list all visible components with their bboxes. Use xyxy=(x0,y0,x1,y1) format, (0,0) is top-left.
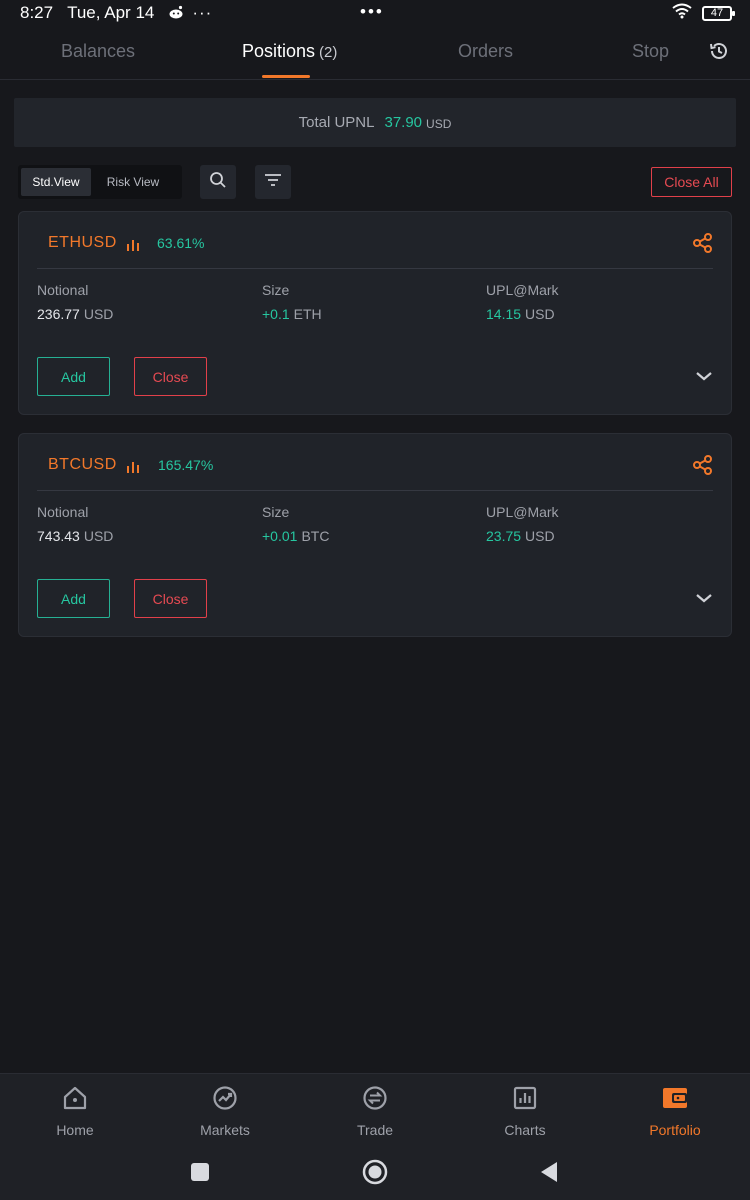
card-divider xyxy=(37,490,713,491)
nav-portfolio[interactable]: Portfolio xyxy=(625,1084,725,1138)
nav-trade-label: Trade xyxy=(356,1122,394,1138)
history-icon[interactable] xyxy=(708,40,730,62)
size-amount: +0.01 xyxy=(262,528,298,544)
position-roe-pct: 63.61% xyxy=(157,235,205,251)
upl-amount: 14.15 xyxy=(486,306,522,322)
trade-icon xyxy=(361,1084,389,1112)
chart-bars-icon[interactable] xyxy=(127,460,139,473)
nav-charts[interactable]: Charts xyxy=(475,1084,575,1138)
size-value: +0.01 BTC xyxy=(262,528,329,544)
upl-unit: USD xyxy=(525,306,555,322)
size-label: Size xyxy=(262,504,290,520)
tab-balances[interactable]: Balances xyxy=(61,41,135,62)
status-date: Tue, Apr 14 xyxy=(67,3,155,22)
bottom-navigation: Home Markets Trade Charts Portfolio xyxy=(0,1073,750,1153)
upnl-label: Total UPNL xyxy=(298,114,375,131)
position-card-btcusd: BTCUSD 165.47% Notional 743.43 USD Size +… xyxy=(18,433,732,637)
total-upnl-banner: Total UPNL 37.90 USD xyxy=(14,98,736,147)
size-value: +0.1 ETH xyxy=(262,306,322,322)
tab-positions[interactable]: Positions (2) xyxy=(242,41,337,62)
std-view-button[interactable]: Std.View xyxy=(21,168,91,196)
status-time: 8:27 xyxy=(20,3,54,22)
portfolio-tabs: Balances Positions (2) Orders Stop xyxy=(0,26,750,80)
reddit-notification-icon xyxy=(168,5,184,22)
notional-value: 236.77 USD xyxy=(37,306,113,322)
notional-unit: USD xyxy=(83,306,114,322)
back-icon[interactable] xyxy=(539,1161,559,1188)
position-symbol[interactable]: BTCUSD xyxy=(48,456,117,474)
position-symbol[interactable]: ETHUSD xyxy=(48,234,117,252)
status-bar: 8:27 Tue, Apr 14 ··· ••• 47 xyxy=(0,0,750,26)
add-button[interactable]: Add xyxy=(37,357,110,396)
home-button-icon[interactable] xyxy=(362,1159,388,1190)
battery-level: 47 xyxy=(710,7,724,19)
recents-icon[interactable] xyxy=(190,1162,210,1187)
size-amount: +0.1 xyxy=(262,306,290,322)
system-navigation-bar xyxy=(0,1153,750,1200)
nav-markets[interactable]: Markets xyxy=(175,1084,275,1138)
add-button[interactable]: Add xyxy=(37,579,110,618)
nav-portfolio-label: Portfolio xyxy=(649,1122,701,1138)
upl-unit: USD xyxy=(525,528,555,544)
close-all-button[interactable]: Close All xyxy=(651,167,732,197)
filter-icon xyxy=(264,173,282,192)
chart-bars-icon[interactable] xyxy=(127,238,139,251)
card-divider xyxy=(37,268,713,269)
tab-positions-count: (2) xyxy=(319,44,338,61)
status-more-icon: ··· xyxy=(192,3,213,22)
share-icon[interactable] xyxy=(692,232,714,254)
notional-label: Notional xyxy=(37,504,89,520)
search-icon xyxy=(209,171,227,194)
filter-button[interactable] xyxy=(255,165,291,199)
tab-positions-label: Positions xyxy=(242,41,316,61)
share-icon[interactable] xyxy=(692,454,714,476)
chevron-down-icon[interactable] xyxy=(695,369,713,383)
upl-label: UPL@Mark xyxy=(486,282,559,298)
upnl-value: 37.90 xyxy=(384,114,423,131)
notional-label: Notional xyxy=(37,282,89,298)
nav-markets-label: Markets xyxy=(200,1122,250,1138)
notional-unit: USD xyxy=(83,528,114,544)
home-icon xyxy=(61,1084,89,1112)
wallet-icon xyxy=(661,1084,689,1112)
upl-value: 14.15 USD xyxy=(486,306,555,322)
nav-trade[interactable]: Trade xyxy=(325,1084,425,1138)
chevron-down-icon[interactable] xyxy=(695,591,713,605)
view-toggle: Std.View Risk View xyxy=(18,165,182,199)
nav-home[interactable]: Home xyxy=(25,1084,125,1138)
size-label: Size xyxy=(262,282,290,298)
tab-stop[interactable]: Stop xyxy=(632,41,669,62)
upl-label: UPL@Mark xyxy=(486,504,559,520)
tab-orders[interactable]: Orders xyxy=(458,41,513,62)
wifi-icon xyxy=(672,3,692,24)
close-position-button[interactable]: Close xyxy=(134,579,207,618)
nav-home-label: Home xyxy=(56,1122,94,1138)
position-card-ethusd: ETHUSD 63.61% Notional 236.77 USD Size +0… xyxy=(18,211,732,415)
close-position-button[interactable]: Close xyxy=(134,357,207,396)
nav-charts-label: Charts xyxy=(504,1122,546,1138)
upnl-unit: USD xyxy=(426,117,452,131)
notional-amount: 743.43 xyxy=(37,528,80,544)
notional-value: 743.43 USD xyxy=(37,528,113,544)
multiwindow-handle-icon[interactable]: ••• xyxy=(360,2,384,22)
size-unit: BTC xyxy=(301,528,330,544)
risk-view-button[interactable]: Risk View xyxy=(91,168,175,196)
size-unit: ETH xyxy=(293,306,322,322)
upl-value: 23.75 USD xyxy=(486,528,555,544)
markets-icon xyxy=(211,1084,239,1112)
charts-icon xyxy=(511,1084,539,1112)
upl-amount: 23.75 xyxy=(486,528,522,544)
search-button[interactable] xyxy=(200,165,236,199)
position-roe-pct: 165.47% xyxy=(158,457,214,473)
active-tab-indicator xyxy=(262,75,310,78)
notional-amount: 236.77 xyxy=(37,306,80,322)
battery-icon: 47 xyxy=(702,5,735,21)
